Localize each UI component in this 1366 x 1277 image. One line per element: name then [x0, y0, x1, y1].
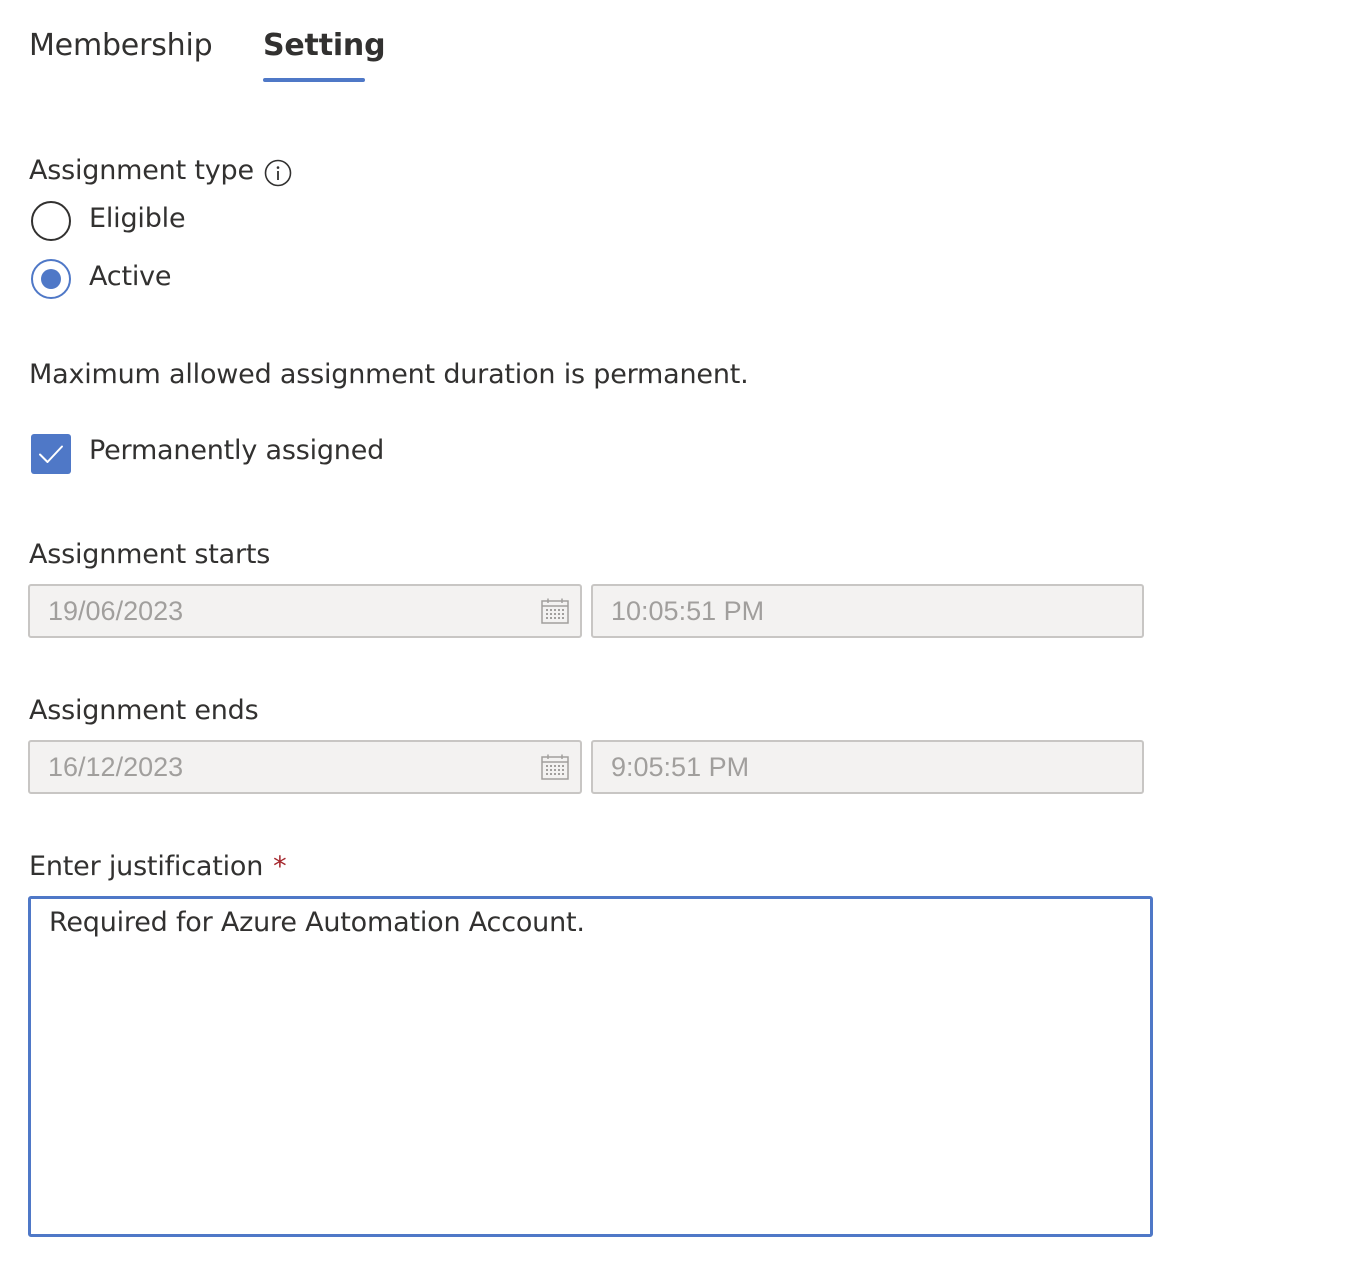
assignment-ends-date-value: 16/12/2023 [48, 752, 184, 782]
checkmark-icon [39, 445, 63, 463]
justification-textarea[interactable]: Required for Azure Automation Account. [28, 896, 1153, 1237]
required-marker: * [273, 851, 287, 882]
radio-active-label[interactable]: Active [89, 261, 172, 292]
assignment-ends-label: Assignment ends [29, 695, 259, 726]
permanently-assigned-label[interactable]: Permanently assigned [89, 435, 384, 466]
permanently-assigned-checkbox[interactable] [31, 434, 71, 474]
assignment-starts-time-input[interactable]: 10:05:51 PM [591, 584, 1144, 638]
assignment-ends-date-input[interactable]: 16/12/2023 [28, 740, 582, 794]
active-tab-indicator [263, 78, 365, 82]
justification-label-text: Enter justification [29, 851, 264, 882]
assignment-ends-time-input[interactable]: 9:05:51 PM [591, 740, 1144, 794]
calendar-icon[interactable] [540, 597, 570, 625]
tab-setting[interactable]: Setting [263, 26, 386, 66]
duration-note: Maximum allowed assignment duration is p… [29, 359, 749, 390]
info-icon[interactable] [264, 159, 292, 187]
assignment-starts-time-value: 10:05:51 PM [611, 596, 765, 626]
calendar-icon[interactable] [540, 753, 570, 781]
assignment-starts-date-value: 19/06/2023 [48, 596, 184, 626]
assignment-starts-date-input[interactable]: 19/06/2023 [28, 584, 582, 638]
assignment-type-label: Assignment type [29, 155, 254, 186]
assignment-starts-label: Assignment starts [29, 539, 271, 570]
justification-label: Enter justification * [29, 851, 287, 882]
radio-active[interactable] [31, 259, 71, 299]
radio-eligible-label[interactable]: Eligible [89, 203, 186, 234]
radio-eligible[interactable] [31, 201, 71, 241]
assignment-ends-time-value: 9:05:51 PM [611, 752, 750, 782]
tab-membership[interactable]: Membership [29, 26, 213, 66]
